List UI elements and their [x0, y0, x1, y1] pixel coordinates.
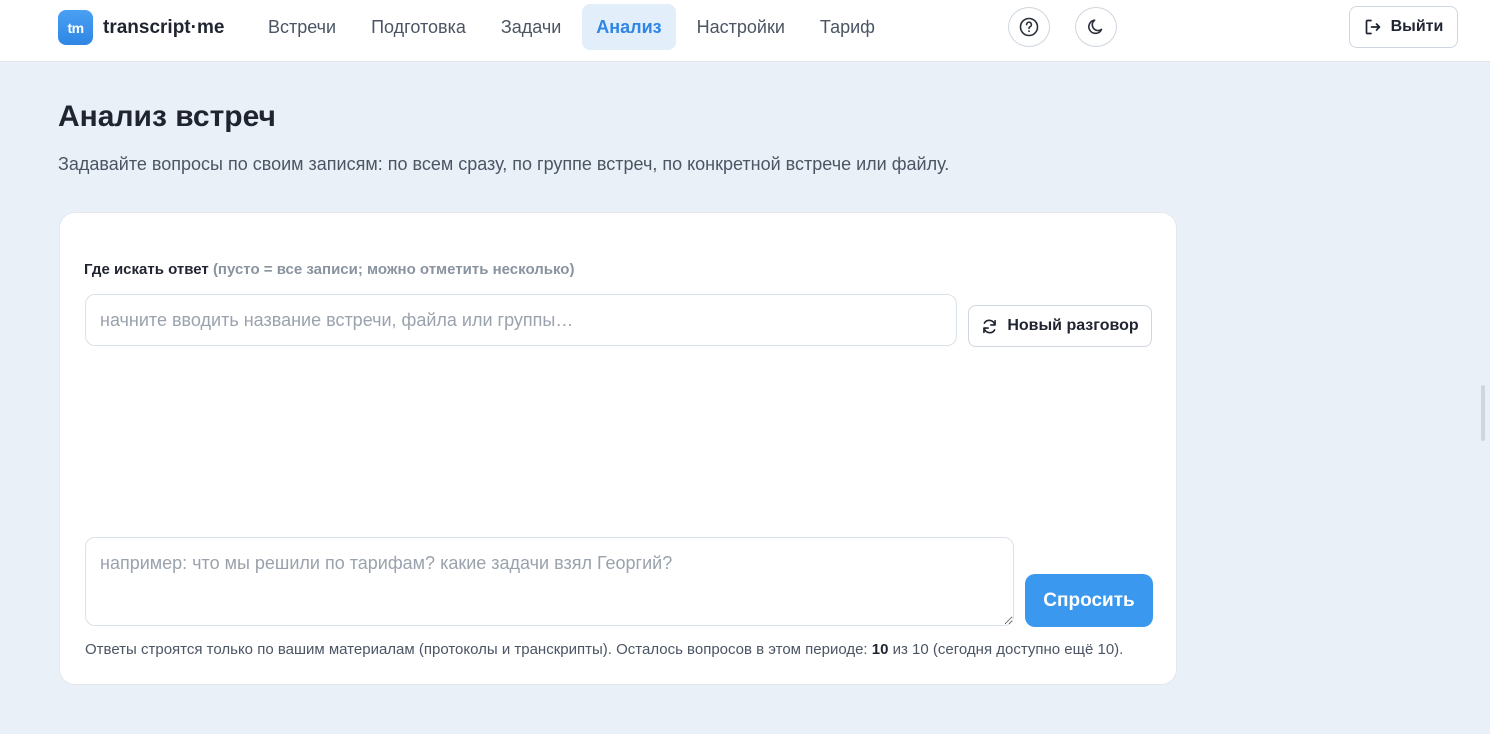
scope-hint: (пусто = все записи; можно отметить неск…	[212, 261, 575, 278]
scope-label-text: Где искать ответ	[84, 261, 209, 278]
quota-note-after: из 10 (сегодня доступно ещё 10).	[888, 641, 1124, 658]
logout-icon	[1365, 19, 1380, 35]
top-bar: tm transcript·me Встречи Подготовка Зада…	[0, 0, 1490, 62]
question-circle-icon	[1019, 17, 1039, 37]
new-conversation-button[interactable]: Новый разговор	[968, 305, 1152, 347]
logout-button[interactable]: Выйти	[1349, 6, 1458, 48]
nav-item-plan[interactable]: Тариф	[806, 4, 889, 50]
quota-note-before: Ответы строятся только по вашим материал…	[85, 641, 872, 658]
nav-item-analysis[interactable]: Анализ	[582, 4, 676, 50]
logout-label: Выйти	[1390, 18, 1444, 35]
logo[interactable]: tm transcript·me	[58, 10, 224, 45]
theme-toggle-button[interactable]	[1075, 7, 1117, 47]
nav-item-preparation[interactable]: Подготовка	[357, 4, 480, 50]
ask-button[interactable]: Спросить	[1025, 574, 1153, 627]
page-scrollbar[interactable]	[1481, 385, 1485, 441]
moon-icon	[1088, 19, 1103, 35]
question-input[interactable]	[85, 537, 1014, 626]
quota-remaining: 10	[871, 641, 889, 658]
nav-item-settings[interactable]: Настройки	[683, 4, 799, 50]
nav-item-meetings[interactable]: Встречи	[254, 4, 350, 50]
new-conversation-label: Новый разговор	[1007, 317, 1139, 334]
analysis-card: Где искать ответ (пусто = все записи; мо…	[59, 212, 1177, 685]
page-title: Анализ встреч	[58, 100, 276, 133]
nav-item-tasks[interactable]: Задачи	[487, 4, 575, 50]
scope-label: Где искать ответ (пусто = все записи; мо…	[84, 261, 574, 278]
refresh-icon	[983, 319, 997, 333]
logo-mark: tm	[58, 10, 93, 45]
logo-text: transcript·me	[103, 16, 225, 38]
page-subtitle: Задавайте вопросы по своим записям: по в…	[58, 154, 950, 174]
quota-note: Ответы строятся только по вашим материал…	[85, 641, 1123, 658]
help-button[interactable]	[1008, 7, 1050, 47]
main-nav: Встречи Подготовка Задачи Анализ Настрой…	[254, 4, 896, 50]
scope-search-input[interactable]	[85, 294, 957, 346]
